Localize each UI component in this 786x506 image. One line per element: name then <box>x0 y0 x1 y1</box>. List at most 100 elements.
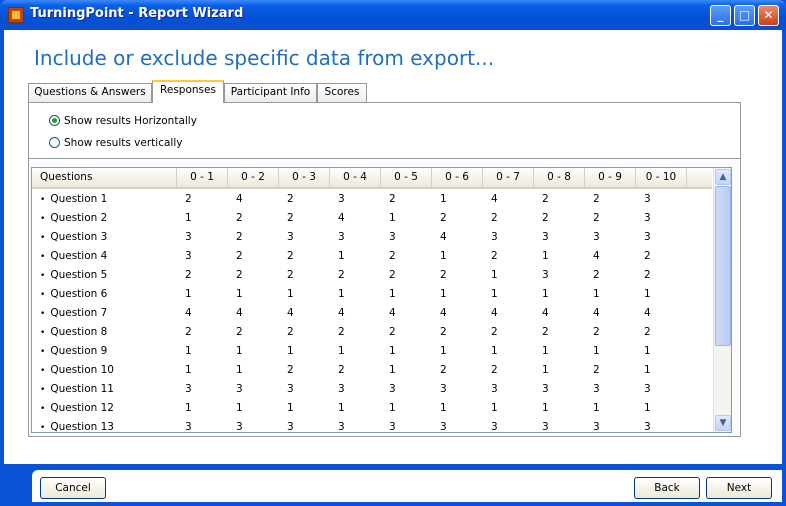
table-row[interactable]: Question 2 1 2 2 4 1 2 2 2 2 3 <box>32 209 712 228</box>
tab-responses[interactable]: Responses <box>152 80 224 103</box>
response-count: 1 <box>491 402 498 414</box>
column-header-6[interactable]: 0 - 6 <box>432 168 483 187</box>
cancel-button[interactable]: Cancel <box>40 477 106 499</box>
tab-scores[interactable]: Scores <box>317 83 367 102</box>
vertical-scrollbar[interactable]: ▲ ▼ <box>713 168 731 432</box>
table-row[interactable]: Question 9 1 1 1 1 1 1 1 1 1 1 <box>32 342 712 361</box>
table-row[interactable]: Question 5 2 2 2 2 2 2 1 3 2 2 <box>32 266 712 285</box>
response-count: 3 <box>389 421 396 433</box>
column-header-1[interactable]: 0 - 1 <box>177 168 228 187</box>
response-count: 1 <box>542 402 549 414</box>
response-count: 2 <box>593 269 600 281</box>
response-count: 2 <box>287 212 294 224</box>
response-count: 1 <box>644 345 651 357</box>
radio-horizontal[interactable]: Show results Horizontally <box>49 115 197 127</box>
responses-table: Questions 0 - 10 - 20 - 30 - 40 - 50 - 60… <box>31 167 732 433</box>
response-count: 1 <box>491 269 498 281</box>
column-header-7[interactable]: 0 - 7 <box>483 168 534 187</box>
response-count: 1 <box>491 345 498 357</box>
response-count: 3 <box>185 383 192 395</box>
response-count: 3 <box>338 421 345 433</box>
question-name: Question 2 <box>40 209 107 228</box>
table-row[interactable]: Question 7 4 4 4 4 4 4 4 4 4 4 <box>32 304 712 323</box>
response-count: 3 <box>236 383 243 395</box>
column-header-8[interactable]: 0 - 8 <box>534 168 585 187</box>
response-count: 1 <box>542 345 549 357</box>
back-button[interactable]: Back <box>634 477 700 499</box>
response-count: 3 <box>491 383 498 395</box>
column-header-questions[interactable]: Questions <box>32 168 177 187</box>
response-count: 1 <box>644 288 651 300</box>
response-count: 3 <box>644 421 651 433</box>
tab-participant-info[interactable]: Participant Info <box>224 83 317 102</box>
response-count: 1 <box>338 402 345 414</box>
column-header-5[interactable]: 0 - 5 <box>381 168 432 187</box>
response-count: 2 <box>644 269 651 281</box>
response-count: 3 <box>644 193 651 205</box>
response-count: 1 <box>593 402 600 414</box>
close-button[interactable]: ✕ <box>758 5 779 26</box>
table-row[interactable]: Question 12 1 1 1 1 1 1 1 1 1 1 <box>32 399 712 418</box>
question-name: Question 6 <box>40 285 107 304</box>
response-count: 2 <box>542 193 549 205</box>
response-count: 4 <box>338 307 345 319</box>
orientation-options: Show results Horizontally Show results v… <box>29 103 740 159</box>
response-count: 1 <box>185 402 192 414</box>
response-count: 3 <box>542 231 549 243</box>
response-count: 2 <box>389 269 396 281</box>
response-count: 2 <box>440 269 447 281</box>
response-count: 3 <box>440 421 447 433</box>
tab-questions-answers[interactable]: Questions & Answers <box>28 83 152 102</box>
response-count: 2 <box>287 364 294 376</box>
response-count: 2 <box>287 326 294 338</box>
radio-vertical-label: Show results vertically <box>64 137 183 149</box>
next-button[interactable]: Next <box>706 477 772 499</box>
wizard-client-area: Include or exclude specific data from ex… <box>4 30 782 502</box>
title-bar[interactable]: TurningPoint - Report Wizard _ □ ✕ <box>0 0 786 30</box>
question-name: Question 1 <box>40 190 107 209</box>
responses-panel: Show results Horizontally Show results v… <box>28 102 741 437</box>
question-name: Question 11 <box>40 380 114 399</box>
column-header-10[interactable]: 0 - 10 <box>636 168 687 187</box>
maximize-button[interactable]: □ <box>734 5 755 26</box>
table-row[interactable]: Question 6 1 1 1 1 1 1 1 1 1 1 <box>32 285 712 304</box>
response-count: 2 <box>287 269 294 281</box>
table-row[interactable]: Question 3 3 2 3 3 3 4 3 3 3 3 <box>32 228 712 247</box>
response-count: 1 <box>542 250 549 262</box>
response-count: 3 <box>593 231 600 243</box>
response-count: 3 <box>644 231 651 243</box>
page-heading: Include or exclude specific data from ex… <box>34 46 495 70</box>
response-count: 1 <box>440 288 447 300</box>
response-count: 2 <box>389 193 396 205</box>
table-row[interactable]: Question 8 2 2 2 2 2 2 2 2 2 2 <box>32 323 712 342</box>
report-wizard-window: TurningPoint - Report Wizard _ □ ✕ Inclu… <box>0 0 786 506</box>
scroll-thumb[interactable] <box>715 186 731 346</box>
column-header-3[interactable]: 0 - 3 <box>279 168 330 187</box>
column-header-4[interactable]: 0 - 4 <box>330 168 381 187</box>
response-count: 2 <box>287 250 294 262</box>
scroll-down-icon[interactable]: ▼ <box>715 415 731 431</box>
table-header: Questions 0 - 10 - 20 - 30 - 40 - 50 - 60… <box>32 168 712 189</box>
response-count: 2 <box>389 250 396 262</box>
table-row[interactable]: Question 11 3 3 3 3 3 3 3 3 3 3 <box>32 380 712 399</box>
column-header-9[interactable]: 0 - 9 <box>585 168 636 187</box>
table-row[interactable]: Question 10 1 1 2 2 1 2 2 1 2 1 <box>32 361 712 380</box>
response-count: 1 <box>287 402 294 414</box>
response-count: 1 <box>644 364 651 376</box>
minimize-button[interactable]: _ <box>710 5 731 26</box>
table-row[interactable]: Question 1 2 4 2 3 2 1 4 2 2 3 <box>32 190 712 209</box>
table-row[interactable]: Question 4 3 2 2 1 2 1 2 1 4 2 <box>32 247 712 266</box>
response-count: 2 <box>440 326 447 338</box>
radio-vertical[interactable]: Show results vertically <box>49 137 182 149</box>
column-header-2[interactable]: 0 - 2 <box>228 168 279 187</box>
question-name: Question 3 <box>40 228 107 247</box>
response-count: 2 <box>338 326 345 338</box>
response-count: 2 <box>338 269 345 281</box>
table-row[interactable]: Question 13 3 3 3 3 3 3 3 3 3 3 <box>32 418 712 433</box>
response-count: 3 <box>338 383 345 395</box>
response-count: 1 <box>440 193 447 205</box>
scroll-up-icon[interactable]: ▲ <box>715 169 731 185</box>
response-count: 4 <box>593 307 600 319</box>
response-count: 2 <box>542 326 549 338</box>
response-count: 4 <box>236 307 243 319</box>
